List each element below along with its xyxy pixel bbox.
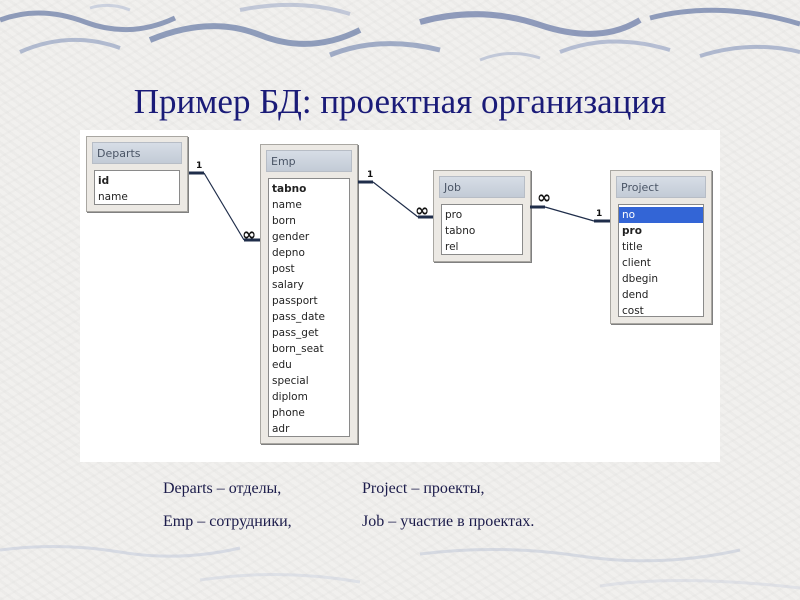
legend-project: Project – проекты, bbox=[362, 480, 485, 497]
rel-job-project-line bbox=[544, 206, 595, 222]
rel-job-project-many-label: ∞ bbox=[537, 188, 551, 208]
rel-job-project-one-label: 1 bbox=[596, 209, 602, 219]
rel-emp-job-many-label: ∞ bbox=[415, 201, 429, 221]
rel-departs-emp-line bbox=[203, 172, 245, 241]
rel-departs-emp-one-label: 1 bbox=[196, 161, 202, 171]
rel-emp-job-one-label: 1 bbox=[367, 170, 373, 180]
legend-departs: Departs – отделы, bbox=[163, 480, 282, 497]
legend-emp: Emp – сотрудники, bbox=[163, 513, 292, 530]
relationship-lines: 1 ∞ 1 ∞ ∞ 1 bbox=[189, 161, 610, 245]
rel-departs-emp-many-label: ∞ bbox=[242, 225, 256, 245]
rel-emp-job-line bbox=[372, 181, 419, 218]
legend-job: Job – участие в проектах. bbox=[362, 513, 535, 530]
